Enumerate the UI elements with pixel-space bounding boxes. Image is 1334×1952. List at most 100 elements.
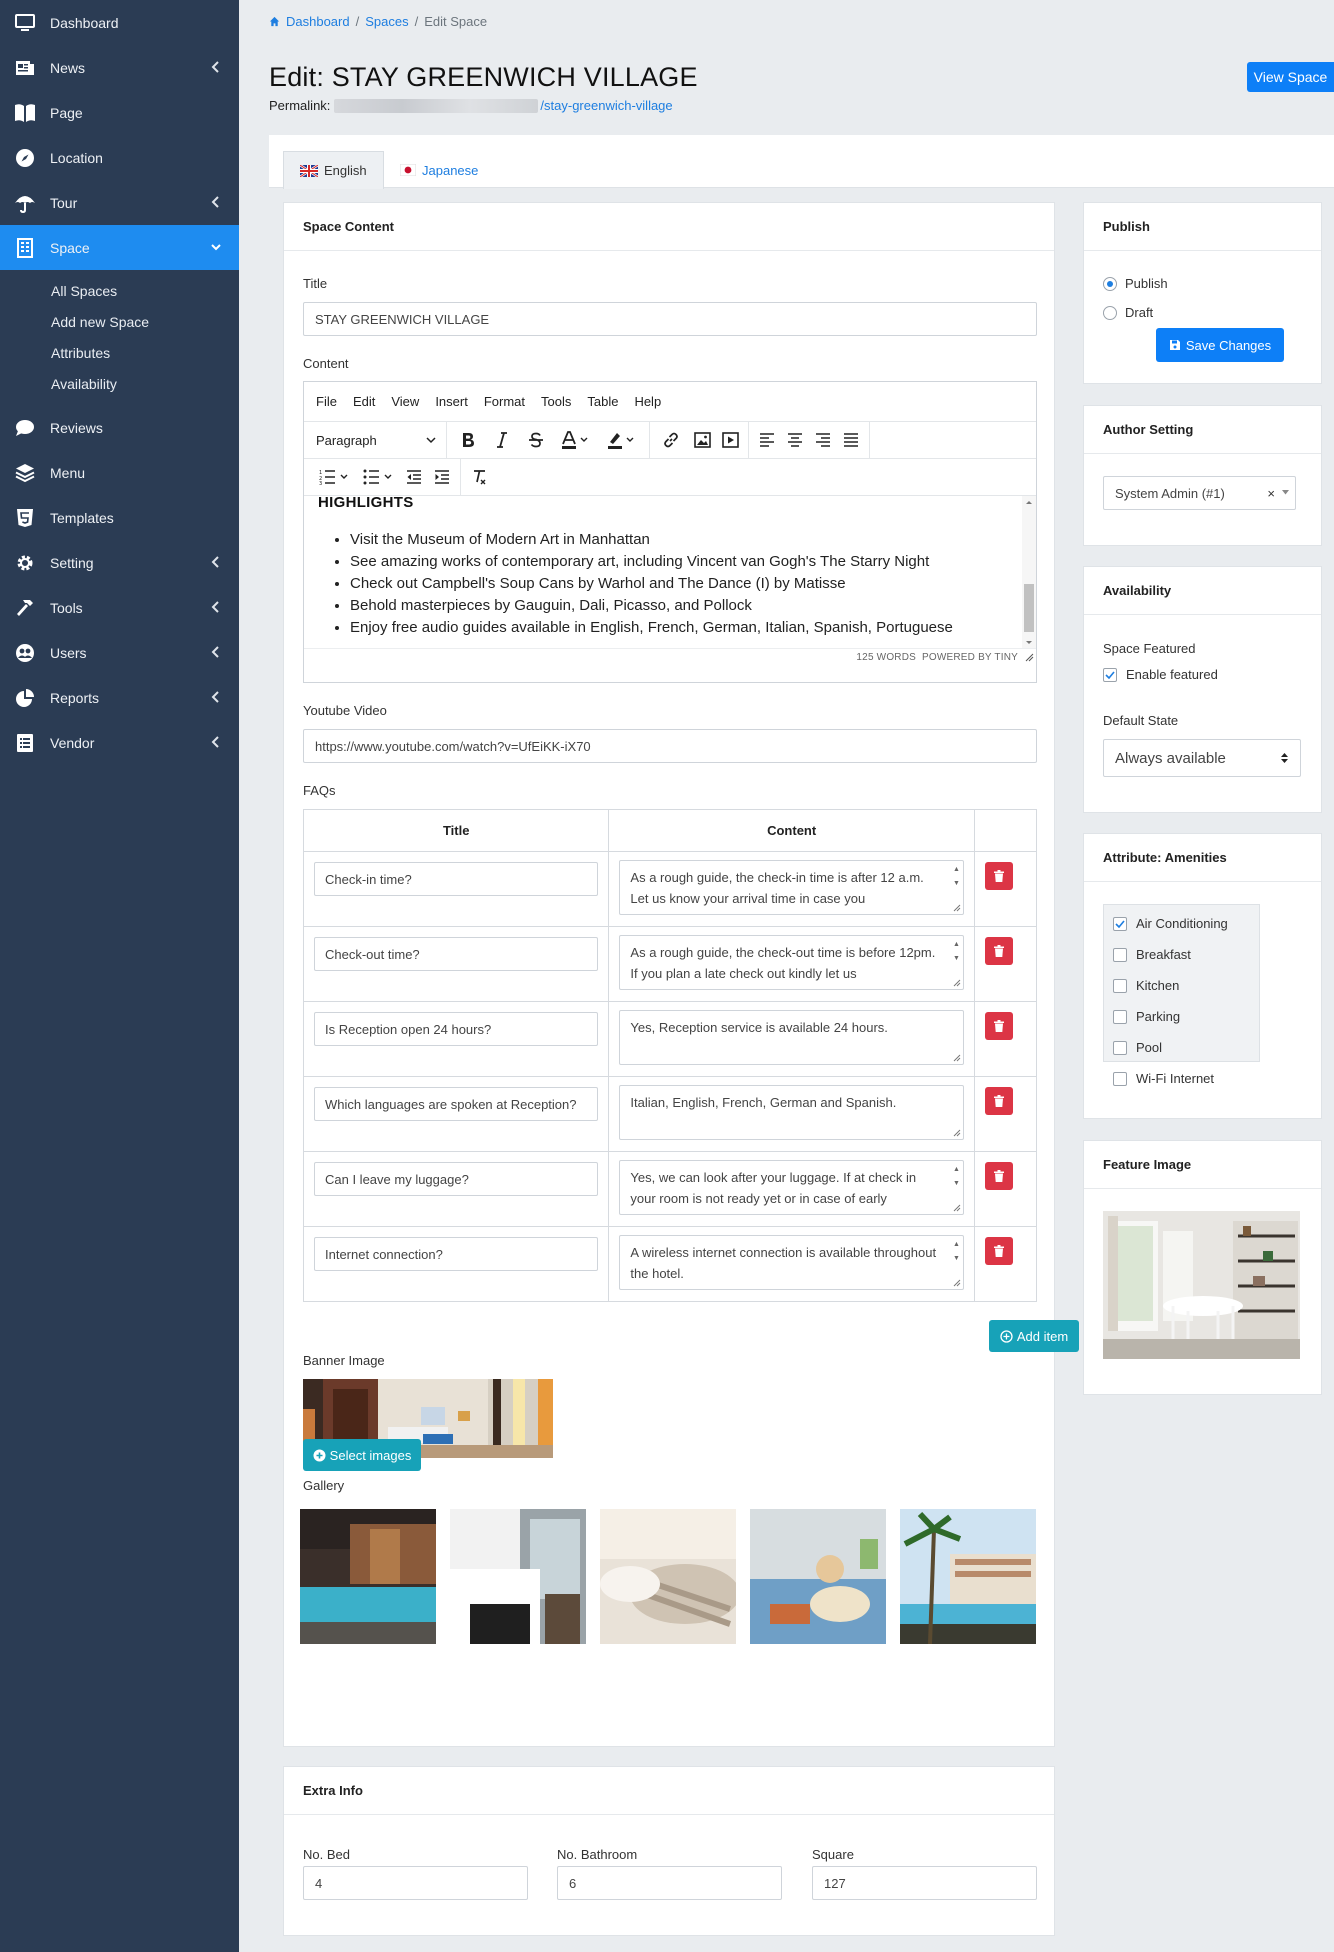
align-justify-button[interactable]: [837, 425, 865, 455]
draft-radio[interactable]: Draft: [1103, 305, 1153, 320]
breadcrumb-spaces-link[interactable]: Spaces: [365, 14, 408, 29]
faq-content-textarea[interactable]: As a rough guide, the check-in time is a…: [619, 860, 965, 915]
sidebar-item-reviews[interactable]: Reviews: [0, 405, 239, 450]
gallery-image-4[interactable]: [750, 1509, 886, 1644]
sidebar-item-tour[interactable]: Tour: [0, 180, 239, 225]
author-select[interactable]: System Admin (#1) ×: [1103, 476, 1296, 510]
editor-menu-view[interactable]: View: [391, 394, 419, 409]
clear-formatting-button[interactable]: [465, 462, 495, 492]
resize-handle-icon[interactable]: [953, 904, 961, 912]
italic-button[interactable]: [485, 425, 519, 455]
gallery-image-3[interactable]: [600, 1509, 740, 1644]
gallery-image-1[interactable]: [300, 1509, 436, 1644]
sidebar-item-reports[interactable]: Reports: [0, 675, 239, 720]
delete-faq-button[interactable]: [984, 1237, 1013, 1265]
bed-input[interactable]: 4: [303, 1866, 528, 1900]
sidebar-item-templates[interactable]: Templates: [0, 495, 239, 540]
highlight-color-button[interactable]: [599, 425, 645, 455]
enable-featured-checkbox[interactable]: Enable featured: [1103, 667, 1218, 682]
sidebar-item-vendor[interactable]: Vendor: [0, 720, 239, 765]
editor-menu-table[interactable]: Table: [587, 394, 618, 409]
sidebar-item-setting[interactable]: Setting: [0, 540, 239, 585]
insert-media-button[interactable]: [716, 425, 744, 455]
textarea-scroll-arrows[interactable]: ▲ ▼: [951, 1238, 961, 1266]
faq-title-input[interactable]: Check-in time?: [314, 862, 598, 896]
amenity-kitchen[interactable]: Kitchen: [1113, 978, 1179, 993]
align-center-button[interactable]: [781, 425, 809, 455]
resize-handle-icon[interactable]: [953, 1129, 961, 1137]
sidebar-item-tools[interactable]: Tools: [0, 585, 239, 630]
faq-title-input[interactable]: Can I leave my luggage?: [314, 1162, 598, 1196]
sidebar-subitem-all-spaces[interactable]: All Spaces: [0, 275, 239, 306]
save-changes-button[interactable]: Save Changes: [1156, 328, 1284, 362]
gallery-image-2[interactable]: [450, 1509, 586, 1644]
resize-handle-icon[interactable]: [953, 1204, 961, 1212]
faq-content-textarea[interactable]: Italian, English, French, German and Spa…: [619, 1085, 965, 1140]
sidebar-item-dashboard[interactable]: Dashboard: [0, 0, 239, 45]
sidebar-item-location[interactable]: Location: [0, 135, 239, 180]
delete-faq-button[interactable]: [984, 1087, 1013, 1115]
insert-image-button[interactable]: [688, 425, 716, 455]
powered-by-tiny[interactable]: POWERED BY TINY: [922, 652, 1018, 663]
delete-faq-button[interactable]: [984, 1012, 1013, 1040]
title-input[interactable]: STAY GREENWICH VILLAGE: [303, 302, 1037, 336]
sidebar-subitem-add-new-space[interactable]: Add new Space: [0, 306, 239, 337]
delete-faq-button[interactable]: [984, 937, 1013, 965]
text-color-button[interactable]: [553, 425, 599, 455]
textarea-scroll-arrows[interactable]: ▲ ▼: [951, 863, 961, 891]
editor-content-area[interactable]: HIGHLIGHTS Visit the Museum of Modern Ar…: [304, 496, 1036, 648]
view-space-button[interactable]: View Space: [1247, 62, 1334, 92]
resize-handle-icon[interactable]: [953, 1279, 961, 1287]
resize-handle-icon[interactable]: [953, 1054, 961, 1062]
amenity-air-conditioning[interactable]: Air Conditioning: [1113, 916, 1228, 931]
tab-english[interactable]: English: [283, 151, 384, 189]
amenity-wifi[interactable]: Wi-Fi Internet: [1113, 1071, 1214, 1086]
faq-title-input[interactable]: Internet connection?: [314, 1237, 598, 1271]
textarea-scroll-arrows[interactable]: ▲ ▼: [951, 938, 961, 966]
delete-faq-button[interactable]: [984, 1162, 1013, 1190]
editor-menu-format[interactable]: Format: [484, 394, 525, 409]
block-format-select[interactable]: Paragraph: [312, 425, 442, 455]
tab-japanese[interactable]: Japanese: [384, 151, 494, 189]
square-input[interactable]: 127: [812, 1866, 1037, 1900]
faq-content-textarea[interactable]: As a rough guide, the check-out time is …: [619, 935, 965, 990]
editor-menu-tools[interactable]: Tools: [541, 394, 571, 409]
default-state-select[interactable]: Always available: [1103, 739, 1301, 777]
amenity-breakfast[interactable]: Breakfast: [1113, 947, 1191, 962]
resize-handle-icon[interactable]: [1025, 653, 1034, 662]
sidebar-subitem-availability[interactable]: Availability: [0, 368, 239, 399]
delete-faq-button[interactable]: [984, 862, 1013, 890]
faq-title-input[interactable]: Which languages are spoken at Reception?: [314, 1087, 598, 1121]
sidebar-item-page[interactable]: Page: [0, 90, 239, 135]
sidebar-item-menu[interactable]: Menu: [0, 450, 239, 495]
amenity-parking[interactable]: Parking: [1113, 1009, 1180, 1024]
permalink-slug-link[interactable]: /stay-greenwich-village: [540, 98, 672, 113]
bullet-list-button[interactable]: [356, 462, 400, 492]
numbered-list-button[interactable]: 123: [312, 462, 356, 492]
resize-handle-icon[interactable]: [953, 979, 961, 987]
sidebar-item-news[interactable]: News: [0, 45, 239, 90]
feature-image[interactable]: [1103, 1211, 1300, 1359]
clear-author-icon[interactable]: ×: [1267, 486, 1275, 501]
sidebar-subitem-attributes[interactable]: Attributes: [0, 337, 239, 368]
strikethrough-button[interactable]: [519, 425, 553, 455]
publish-radio[interactable]: Publish: [1103, 276, 1168, 291]
breadcrumb-dashboard-link[interactable]: Dashboard: [286, 14, 350, 29]
editor-menu-file[interactable]: File: [316, 394, 337, 409]
editor-menu-edit[interactable]: Edit: [353, 394, 375, 409]
faq-content-textarea[interactable]: Yes, we can look after your luggage. If …: [619, 1160, 965, 1215]
youtube-input[interactable]: https://www.youtube.com/watch?v=UfEiKK-i…: [303, 729, 1037, 763]
faq-content-textarea[interactable]: A wireless internet connection is availa…: [619, 1235, 965, 1290]
editor-scrollbar[interactable]: [1022, 496, 1036, 648]
insert-link-button[interactable]: [654, 425, 688, 455]
faq-content-textarea[interactable]: Yes, Reception service is available 24 h…: [619, 1010, 965, 1065]
bathroom-input[interactable]: 6: [557, 1866, 782, 1900]
align-left-button[interactable]: [753, 425, 781, 455]
indent-button[interactable]: [428, 462, 456, 492]
gallery-image-5[interactable]: [900, 1509, 1036, 1645]
select-images-button[interactable]: Select images: [303, 1439, 421, 1471]
align-right-button[interactable]: [809, 425, 837, 455]
textarea-scroll-arrows[interactable]: ▲ ▼: [951, 1163, 961, 1191]
add-faq-button[interactable]: Add item: [989, 1320, 1079, 1352]
outdent-button[interactable]: [400, 462, 428, 492]
